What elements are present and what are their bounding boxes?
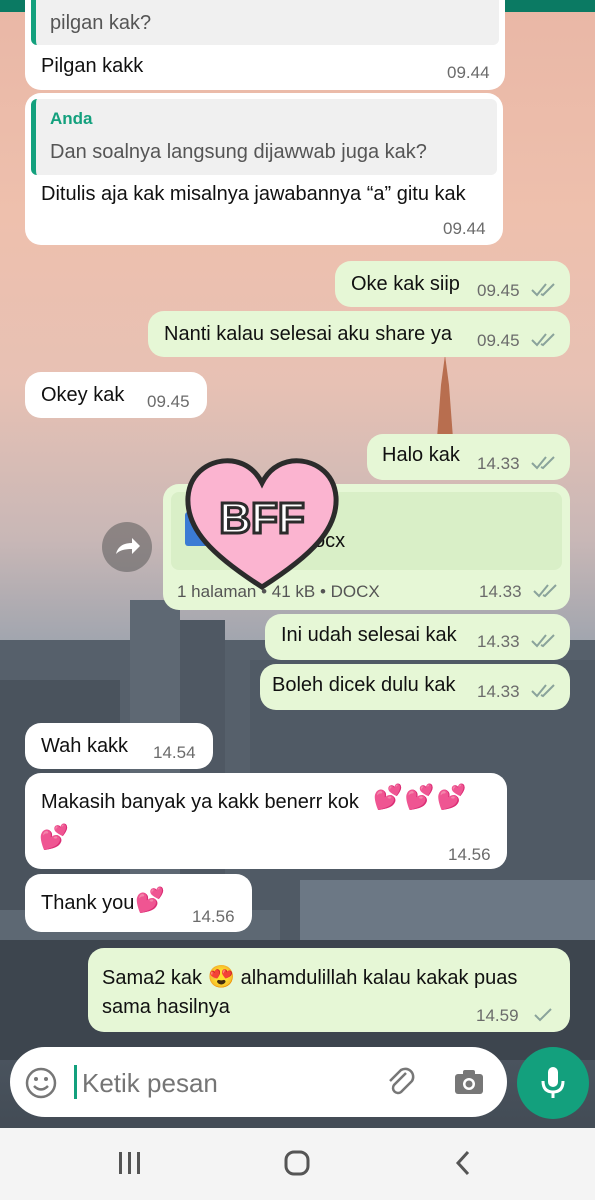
voice-record-button[interactable] bbox=[517, 1047, 589, 1119]
double-tick-icon bbox=[531, 333, 555, 347]
message-text-line1: Sama2 kak 😍 alhamdulillah kalau kakak pu… bbox=[102, 964, 517, 990]
attach-icon[interactable] bbox=[384, 1065, 418, 1099]
message-text: Ini udah selesai kak bbox=[281, 624, 457, 646]
message-time: 14.54 bbox=[153, 743, 196, 762]
double-tick-icon bbox=[531, 634, 555, 648]
double-tick-icon bbox=[531, 283, 555, 297]
heart-emoji-row: 💕💕💕 bbox=[373, 784, 469, 811]
incoming-message[interactable]: Makasih banyak ya kakk benerr kok 💕💕💕 💕 … bbox=[25, 773, 507, 869]
system-nav-bar bbox=[0, 1128, 595, 1200]
message-time: 14.33 bbox=[477, 632, 520, 651]
message-text: Halo kak bbox=[382, 444, 460, 466]
message-time: 09.44 bbox=[447, 63, 490, 82]
single-tick-icon bbox=[534, 1008, 552, 1022]
camera-icon[interactable] bbox=[452, 1065, 486, 1099]
message-time: 14.56 bbox=[448, 845, 491, 864]
emoji-icon[interactable] bbox=[24, 1066, 58, 1100]
forward-icon bbox=[116, 538, 140, 554]
message-time: 09.45 bbox=[147, 392, 190, 411]
forward-button[interactable] bbox=[102, 522, 152, 572]
incoming-message[interactable]: Okey kak 09.45 bbox=[25, 372, 207, 418]
message-text: Okey kak bbox=[41, 384, 125, 406]
message-time: 14.33 bbox=[477, 454, 520, 473]
heart-emoji: 💕 bbox=[39, 824, 69, 851]
message-text: Pilgan kakk bbox=[41, 55, 144, 77]
recent-apps-icon[interactable] bbox=[116, 1150, 144, 1176]
message-text: Oke kak siip bbox=[351, 273, 460, 295]
incoming-message[interactable]: pilgan kak? Pilgan kakk 09.44 bbox=[25, 0, 505, 90]
message-text: Wah kakk bbox=[41, 735, 129, 757]
message-text: Nanti kalau selesai aku share ya bbox=[164, 323, 452, 345]
incoming-message[interactable]: Anda Dan soalnya langsung dijawwab juga … bbox=[25, 93, 503, 245]
outgoing-message[interactable]: Nanti kalau selesai aku share ya 09.45 bbox=[148, 311, 570, 357]
quoted-author: Anda bbox=[50, 109, 93, 128]
quoted-message[interactable]: Anda Dan soalnya langsung dijawwab juga … bbox=[31, 99, 497, 175]
quoted-text: pilgan kak? bbox=[50, 12, 152, 34]
message-time: 14.59 bbox=[476, 1006, 519, 1025]
bff-heart-sticker: BFF bbox=[185, 458, 339, 590]
message-text: Ditulis aja kak misalnya jawabannya “a” … bbox=[41, 183, 466, 205]
outgoing-message[interactable]: Ini udah selesai kak 14.33 bbox=[265, 614, 570, 660]
message-time: 09.44 bbox=[443, 219, 486, 238]
message-time: 14.56 bbox=[192, 907, 235, 926]
message-text-part: Sama2 kak bbox=[102, 967, 203, 989]
message-input[interactable] bbox=[80, 1061, 364, 1105]
message-text: Thank you bbox=[41, 892, 135, 914]
quoted-text: Dan soalnya langsung dijawwab juga kak? bbox=[50, 141, 427, 163]
heart-eyes-emoji: 😍 bbox=[207, 964, 236, 989]
outgoing-message[interactable]: Sama2 kak 😍 alhamdulillah kalau kakak pu… bbox=[88, 948, 570, 1032]
message-time: 09.45 bbox=[477, 331, 520, 350]
mic-icon bbox=[541, 1067, 565, 1098]
message-time: 09.45 bbox=[477, 281, 520, 300]
heart-emoji: 💕 bbox=[135, 887, 165, 914]
message-time: 14.33 bbox=[479, 582, 522, 601]
double-tick-icon bbox=[531, 684, 555, 698]
message-text: Boleh dicek dulu kak bbox=[272, 674, 456, 696]
text-cursor bbox=[74, 1065, 77, 1099]
quoted-message[interactable]: pilgan kak? bbox=[31, 0, 499, 45]
double-tick-icon bbox=[533, 584, 557, 598]
message-text: Makasih banyak ya kakk benerr kok bbox=[41, 791, 359, 813]
message-input-bar bbox=[10, 1047, 507, 1117]
message-time: 14.33 bbox=[477, 682, 520, 701]
home-icon[interactable] bbox=[283, 1149, 311, 1177]
back-icon[interactable] bbox=[452, 1149, 474, 1177]
double-tick-icon bbox=[531, 456, 555, 470]
message-text-line2: sama hasilnya bbox=[102, 996, 230, 1018]
outgoing-message[interactable]: Oke kak siip 09.45 bbox=[335, 261, 570, 307]
incoming-message[interactable]: Thank you 💕 14.56 bbox=[25, 874, 252, 932]
message-text-part: alhamdulillah kalau kakak puas bbox=[240, 967, 518, 989]
incoming-message[interactable]: Wah kakk 14.54 bbox=[25, 723, 213, 769]
outgoing-message[interactable]: Halo kak 14.33 bbox=[367, 434, 570, 480]
sticker-label: BFF bbox=[219, 494, 305, 543]
outgoing-message[interactable]: Boleh dicek dulu kak 14.33 bbox=[260, 664, 570, 710]
